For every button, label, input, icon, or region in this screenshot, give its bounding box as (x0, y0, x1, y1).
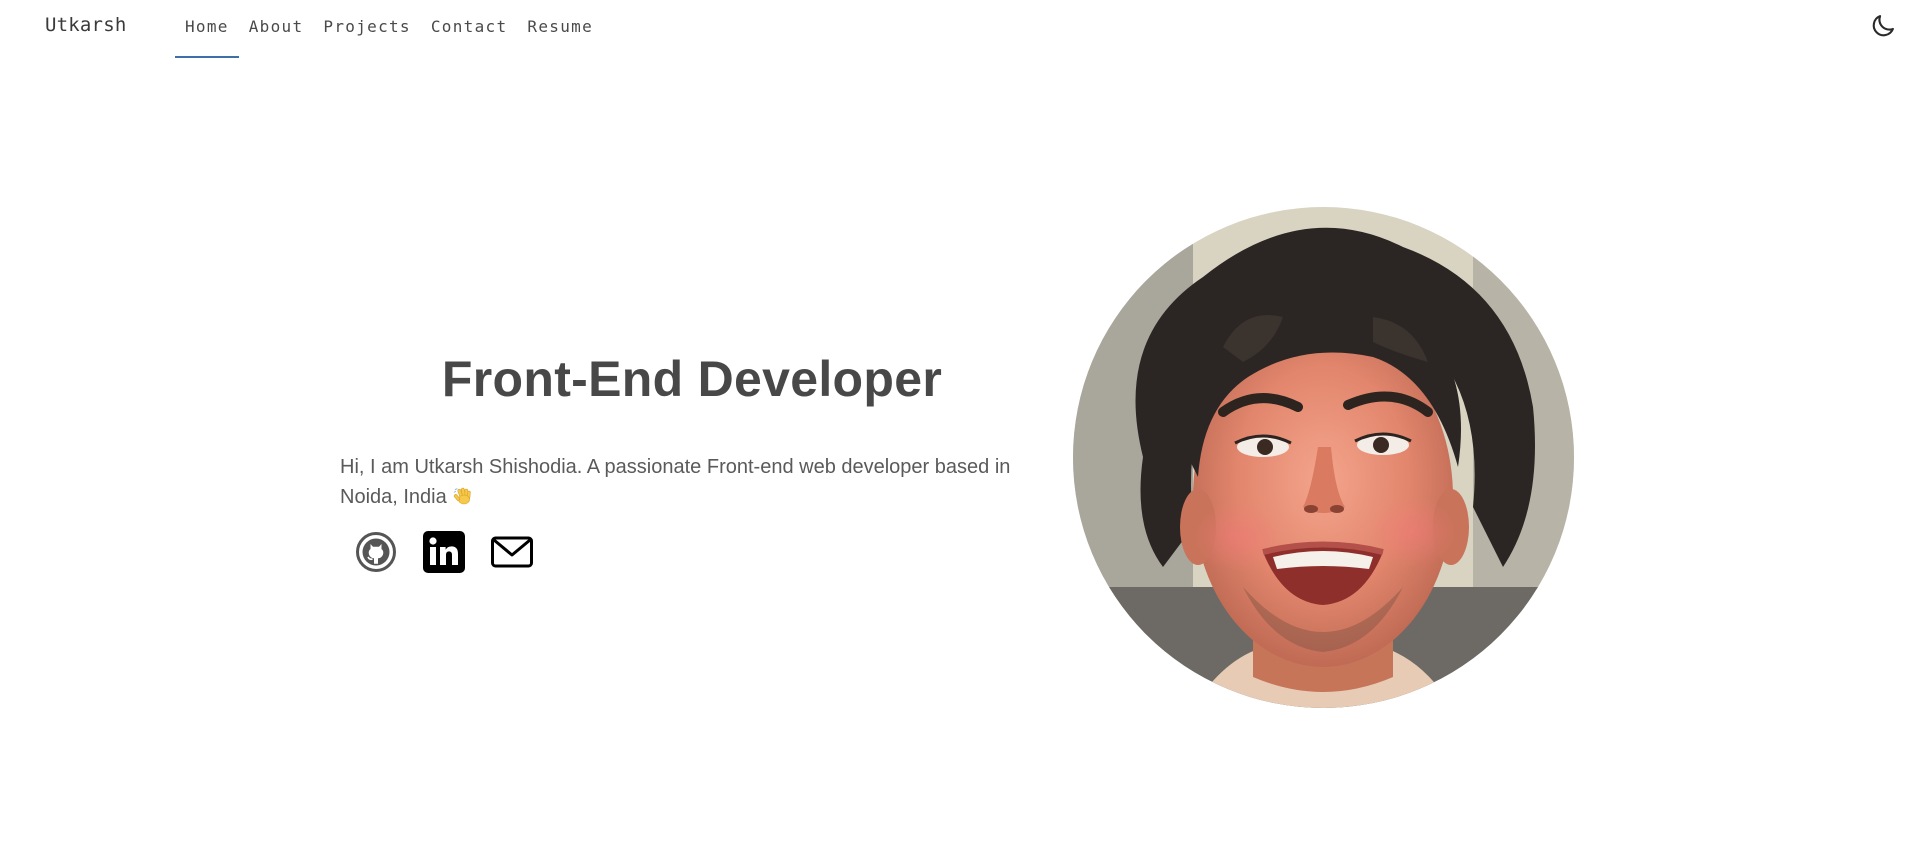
portrait-illustration (1073, 207, 1574, 708)
github-icon (356, 532, 396, 572)
linkedin-link[interactable] (422, 530, 466, 574)
hero-title: Front-End Developer (441, 351, 943, 407)
github-link[interactable] (354, 530, 398, 574)
linkedin-icon (423, 531, 465, 573)
nav-home[interactable]: Home (175, 0, 239, 58)
hero-intro-text: Hi, I am Utkarsh Shishodia. A passionate… (340, 456, 1011, 508)
navbar: Utkarsh Home About Projects Contact Resu… (0, 0, 1911, 58)
hero-intro: Hi, I am Utkarsh Shishodia. A passionate… (340, 452, 1030, 512)
nav-contact[interactable]: Contact (421, 0, 518, 58)
main-nav: Home About Projects Contact Resume (175, 0, 603, 58)
nav-resume[interactable]: Resume (517, 0, 603, 58)
social-links (354, 530, 1040, 574)
hero-section: Front-End Developer Hi, I am Utkarsh Shi… (340, 350, 1040, 574)
moon-icon (1872, 15, 1894, 37)
theme-toggle-button[interactable] (1869, 12, 1897, 40)
profile-portrait (1073, 207, 1574, 708)
waving-hand-icon (453, 485, 473, 505)
nav-projects[interactable]: Projects (313, 0, 420, 58)
nav-about[interactable]: About (239, 0, 314, 58)
brand-logo[interactable]: Utkarsh (45, 14, 126, 36)
mail-icon (491, 536, 533, 568)
mail-link[interactable] (490, 530, 534, 574)
